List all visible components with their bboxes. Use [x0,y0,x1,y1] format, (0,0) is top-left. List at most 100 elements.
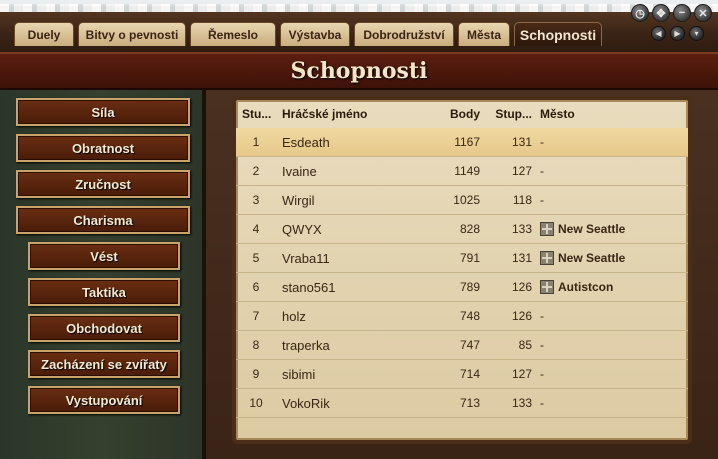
main-content: Stu... Hráčské jméno Body Stup... Město … [206,90,718,459]
row-city: - [536,164,686,178]
tab-duely[interactable]: Duely [14,22,74,46]
row-city: - [536,367,686,381]
city-icon [540,222,554,236]
row-city-name[interactable]: Autistcon [558,280,613,294]
sidebar-item-zachazeni-se-zviraty[interactable]: Zacházení se zvířaty [28,350,180,378]
row-player-name[interactable]: holz [276,309,424,324]
row-city[interactable]: New Seattle [536,251,686,265]
row-level: 131 [511,251,532,265]
row-city-name: - [540,396,544,410]
row-player-name[interactable]: stano561 [276,280,424,295]
tab-bitvy-o-pevnosti[interactable]: Bitvy o pevnosti [78,22,186,46]
row-points: 747 [459,338,480,352]
row-city-name[interactable]: New Seattle [558,251,625,265]
sidebar-item-vest[interactable]: Vést [28,242,180,270]
header-points[interactable]: Body [424,107,480,121]
row-points: 748 [459,309,480,323]
row-points: 791 [459,251,480,265]
tab-menu-icon[interactable]: ▾ [689,26,704,41]
header-level[interactable]: Stup... [480,107,536,121]
scroll-left-icon[interactable]: ◀ [651,26,666,41]
row-points: 1167 [454,135,480,149]
row-points: 1025 [453,193,480,207]
city-icon [540,251,554,265]
row-player-name[interactable]: VokoRik [276,396,424,411]
sidebar-item-charisma[interactable]: Charisma [16,206,190,234]
row-city-name: - [540,338,544,352]
row-level: 133 [511,222,532,236]
table-row[interactable]: 9 sibimi 714 127- [236,360,688,389]
row-points: 713 [459,396,480,410]
row-player-name[interactable]: Ivaine [276,164,424,179]
row-city[interactable]: Autistcon [536,280,686,294]
history-icon[interactable]: ◷ [631,4,649,22]
minimize-icon[interactable]: − [673,4,691,22]
table-body: 1 Esdeath 1167 131-2 Ivaine 1149 127-3 Wirgil 10… [236,128,688,418]
row-city-name: - [540,135,544,149]
header-player-name[interactable]: Hráčské jméno [276,107,424,121]
row-city-name: - [540,164,544,178]
table-row[interactable]: 10 VokoRik 713 133- [236,389,688,418]
row-city-name: - [540,309,544,323]
row-city-name[interactable]: New Seattle [558,222,625,236]
close-icon[interactable]: ✕ [694,4,712,22]
row-points: 714 [459,367,480,381]
row-level: 127 [511,367,532,381]
row-city: - [536,135,686,149]
row-rank: 1 [252,135,260,149]
row-city: - [536,193,686,207]
sidebar-item-obchodovat[interactable]: Obchodovat [28,314,180,342]
row-level: 126 [511,309,532,323]
tab-scroll-controls: ◀ ▶ ▾ [651,26,704,41]
sidebar-item-vystupovani[interactable]: Vystupování [28,386,180,414]
row-player-name[interactable]: Esdeath [276,135,424,150]
tab-bar: Duely Bitvy o pevnosti Řemeslo Výstavba … [14,22,602,46]
header-city[interactable]: Město [536,107,686,121]
table-row[interactable]: 4 QWYX 828 133 New Seattle [236,215,688,244]
row-rank: 3 [252,193,260,207]
row-player-name[interactable]: sibimi [276,367,424,382]
row-city: - [536,396,686,410]
table-row[interactable]: 7 holz 748 126- [236,302,688,331]
row-rank: 4 [252,222,260,236]
tab-remeslo[interactable]: Řemeslo [190,22,276,46]
row-points: 789 [459,280,480,294]
row-player-name[interactable]: Wirgil [276,193,424,208]
row-level: 118 [512,193,532,207]
table-row[interactable]: 3 Wirgil 1025 118- [236,186,688,215]
sidebar-item-taktika[interactable]: Taktika [28,278,180,306]
row-level: 133 [511,396,532,410]
row-city: - [536,338,686,352]
row-rank: 8 [252,338,260,352]
table-row[interactable]: 5 Vraba11 791 131 New Seattle [236,244,688,273]
row-level: 126 [511,280,532,294]
sidebar-item-obratnost[interactable]: Obratnost [16,134,190,162]
row-city-name: - [540,193,544,207]
city-icon [540,280,554,294]
row-points: 828 [459,222,480,236]
row-rank: 2 [252,164,260,178]
row-player-name[interactable]: Vraba11 [276,251,424,266]
tab-mesta[interactable]: Města [458,22,510,46]
ranking-table: Stu... Hráčské jméno Body Stup... Město … [232,96,692,444]
row-player-name[interactable]: QWYX [276,222,424,237]
title-bar: Schopnosti [0,52,718,90]
tab-vystavba[interactable]: Výstavba [280,22,350,46]
table-row[interactable]: 1 Esdeath 1167 131- [236,128,688,157]
sidebar-item-zrucnost[interactable]: Zručnost [16,170,190,198]
table-row[interactable]: 2 Ivaine 1149 127- [236,157,688,186]
row-level: 127 [511,164,532,178]
row-city[interactable]: New Seattle [536,222,686,236]
header-rank[interactable]: Stu... [236,107,276,121]
tab-schopnosti[interactable]: Schopnosti [514,22,602,46]
scroll-right-icon[interactable]: ▶ [670,26,685,41]
table-row[interactable]: 6 stano561 789 126 Autistcon [236,273,688,302]
row-rank: 9 [252,367,260,381]
row-city: - [536,309,686,323]
fullscreen-icon[interactable]: ✥ [652,4,670,22]
tab-dobrodruzstvi[interactable]: Dobrodružství [354,22,454,46]
table-row[interactable]: 8 traperka 747 85- [236,331,688,360]
sidebar-item-sila[interactable]: Síla [16,98,190,126]
row-rank: 5 [252,251,260,265]
row-player-name[interactable]: traperka [276,338,424,353]
